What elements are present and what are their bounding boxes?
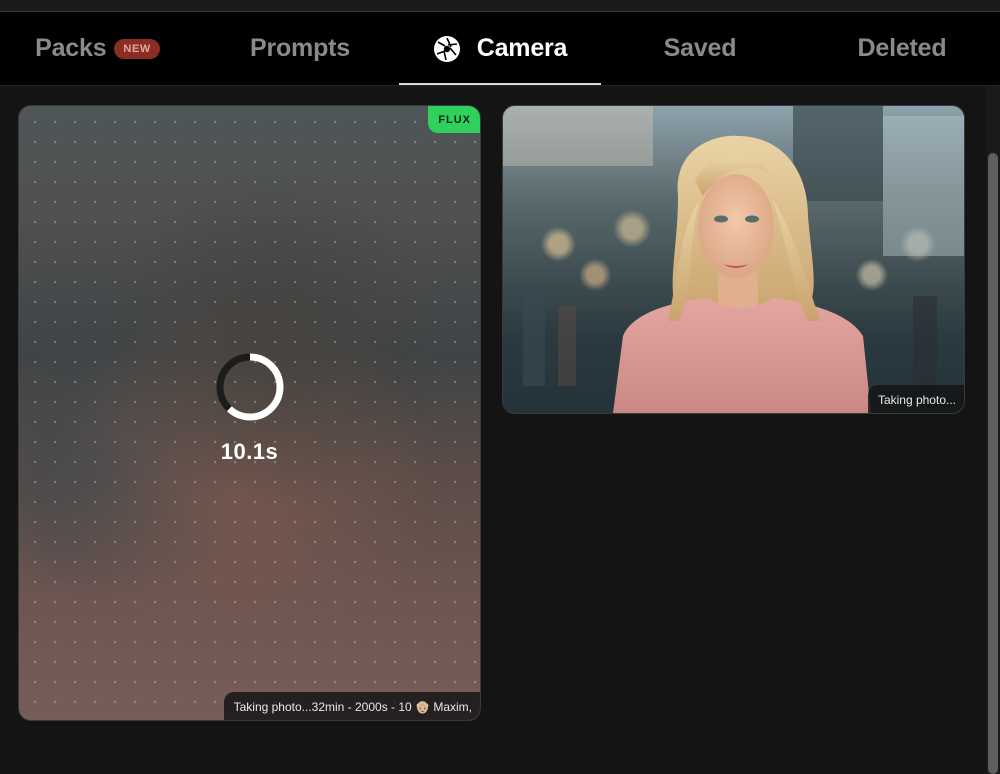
photo-caption: Taking photo...	[867, 385, 964, 413]
scrollbar-thumb[interactable]	[988, 153, 998, 774]
tab-prompts-label: Prompts	[249, 34, 350, 62]
tab-saved-label: Saved	[663, 34, 737, 62]
tab-packs-label: Packs	[35, 34, 107, 62]
model-badge: FLUX	[428, 106, 480, 133]
portrait-photo	[503, 106, 964, 413]
aperture-icon	[433, 35, 460, 62]
tab-camera[interactable]: Camera	[399, 12, 601, 85]
new-badge: NEW	[114, 38, 160, 59]
elapsed-timer: 10.1s	[220, 439, 279, 464]
scrollbar-track[interactable]	[986, 86, 1000, 774]
active-tab-indicator	[399, 83, 601, 85]
tab-camera-label: Camera	[476, 34, 568, 62]
photo-card-generating[interactable]: FLUX 10.1s Taking photo...32min - 2000s …	[18, 105, 481, 721]
tab-bar: Packs NEW Prompts Camera Saved Deleted	[0, 12, 1000, 86]
tab-saved[interactable]: Saved	[600, 12, 800, 85]
tab-deleted[interactable]: Deleted	[802, 12, 1000, 85]
tab-prompts[interactable]: Prompts	[200, 12, 400, 85]
photo-card-completed[interactable]: Taking photo...	[502, 105, 965, 414]
tab-packs[interactable]: Packs NEW	[0, 12, 195, 85]
window-top-edge	[0, 0, 1000, 12]
tab-deleted-label: Deleted	[857, 34, 947, 62]
loading-spinner-icon	[216, 353, 284, 421]
photo-caption: Taking photo...32min - 2000s - 10 👴🏼 Max…	[223, 692, 480, 720]
